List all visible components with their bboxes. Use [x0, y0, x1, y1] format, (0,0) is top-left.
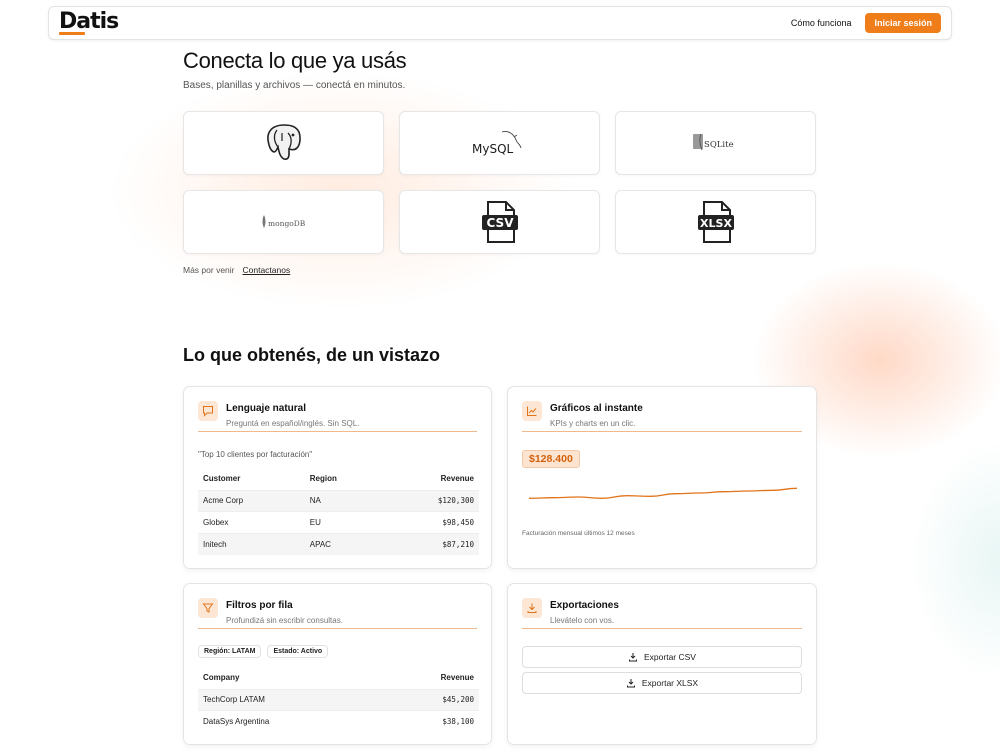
- table-row: Acme Corp NA $120,300: [198, 489, 479, 512]
- card-title: Exportaciones: [550, 600, 619, 611]
- card-header: Exportaciones Llevátelo con vos.: [522, 598, 802, 629]
- source-card-xlsx[interactable]: XLSX: [615, 190, 816, 254]
- more-sources-text: Más por venir: [183, 265, 235, 275]
- card-header: Lenguaje natural Preguntá en español/ing…: [198, 401, 477, 432]
- card-subtitle: Preguntá en español/inglés. Sin SQL.: [226, 419, 360, 428]
- nav-actions: Cómo funciona Iniciar sesión: [791, 13, 941, 33]
- card-subtitle: Llevátelo con vos.: [550, 616, 615, 625]
- table-cell: Initech: [198, 532, 305, 555]
- revenue-line-chart: [528, 487, 798, 499]
- table-cell: Acme Corp: [198, 489, 305, 512]
- feature-card-row-filters: Filtros por fila Profundizá sin escribir…: [183, 583, 492, 745]
- download-icon: [629, 653, 638, 662]
- logo[interactable]: Datis: [59, 9, 119, 36]
- table-cell: $98,450: [394, 511, 479, 533]
- table-cell: EU: [304, 511, 395, 533]
- connect-subtitle: Bases, planillas y archivos — conectá en…: [183, 80, 406, 91]
- source-card-mongodb[interactable]: mongoDB: [183, 190, 384, 254]
- table-row: TechCorp LATAM $45,200: [198, 688, 479, 711]
- table-cell: NA: [304, 489, 395, 512]
- filter-chips: Región: LATAM Estado: Activo: [198, 645, 329, 658]
- login-button[interactable]: Iniciar sesión: [865, 13, 941, 33]
- results-table: Customer Region Revenue Acme Corp NA $12…: [198, 468, 479, 555]
- features-title: Lo que obtenés, de un vistazo: [183, 345, 441, 365]
- table-cell: APAC: [304, 532, 395, 555]
- kpi-badge: $128.400: [522, 450, 580, 468]
- mongodb-label: mongoDB: [268, 219, 306, 228]
- table-row: Initech APAC $87,210: [198, 532, 479, 555]
- column-header: Revenue: [440, 673, 474, 683]
- top-navbar: Datis Cómo funciona Iniciar sesión: [48, 6, 952, 40]
- table-row: Globex EU $98,450: [198, 511, 479, 533]
- filtered-table: Company Revenue TechCorp LATAM $45,200 D…: [198, 667, 479, 732]
- card-header: Gráficos al instante KPIs y charts en un…: [522, 401, 802, 432]
- sqlite-icon: SQLite: [692, 133, 734, 151]
- mysql-label: MySQL: [472, 142, 514, 156]
- sqlite-label: SQLite: [704, 140, 734, 150]
- table-cell: $45,200: [377, 688, 479, 711]
- table-cell: DataSys Argentina: [198, 710, 378, 732]
- contact-link[interactable]: Contactanos: [243, 265, 291, 275]
- logo-underline: [59, 32, 85, 35]
- column-header: Revenue: [440, 474, 474, 484]
- xlsx-label: XLSX: [700, 217, 732, 230]
- mysql-icon: MySQL: [472, 131, 521, 156]
- feature-card-charts: Gráficos al instante KPIs y charts en un…: [507, 386, 817, 569]
- download-icon: [626, 679, 635, 688]
- card-subtitle: Profundizá sin escribir consultas.: [226, 616, 343, 625]
- table-row: DataSys Argentina $38,100: [198, 710, 479, 732]
- card-title: Gráficos al instante: [550, 403, 643, 414]
- postgresql-icon: [266, 124, 301, 160]
- source-card-postgresql[interactable]: [183, 111, 384, 175]
- card-title: Filtros por fila: [226, 600, 293, 611]
- card-title: Lenguaje natural: [226, 403, 307, 414]
- chat-bubble-icon: [198, 401, 218, 421]
- filter-chip-status[interactable]: Estado: Activo: [267, 645, 329, 658]
- table-cell: $87,210: [394, 532, 479, 555]
- source-card-mysql[interactable]: MySQL: [399, 111, 600, 175]
- table-header-row: Customer Region Revenue: [198, 468, 479, 490]
- export-xlsx-button[interactable]: Exportar XLSX: [522, 672, 802, 694]
- data-sources-grid: MySQL SQLite mongoDB CSV XLSX: [183, 111, 817, 254]
- more-sources: Más por venir Contactanos: [183, 265, 290, 275]
- example-query: "Top 10 clientes por facturación": [198, 450, 313, 459]
- connect-title: Conecta lo que ya usás: [183, 48, 407, 73]
- csv-label: CSV: [486, 216, 514, 230]
- filter-chip-region[interactable]: Región: LATAM: [198, 645, 262, 658]
- nav-link-how-it-works[interactable]: Cómo funciona: [791, 18, 852, 28]
- download-icon: [522, 598, 542, 618]
- xlsx-file-icon: XLSX: [697, 201, 734, 243]
- table-cell: $120,300: [394, 489, 479, 512]
- table-cell: TechCorp LATAM: [198, 688, 378, 711]
- csv-file-icon: CSV: [481, 201, 518, 243]
- table-header-row: Company Revenue: [198, 667, 479, 689]
- feature-card-exports: Exportaciones Llevátelo con vos. Exporta…: [507, 583, 817, 745]
- card-header: Filtros por fila Profundizá sin escribir…: [198, 598, 477, 629]
- export-xlsx-label: Exportar XLSX: [641, 678, 699, 688]
- export-csv-label: Exportar CSV: [644, 652, 696, 662]
- card-subtitle: KPIs y charts en un clic.: [550, 419, 636, 428]
- mongodb-icon: mongoDB: [262, 215, 306, 228]
- column-header: Region: [309, 474, 337, 484]
- filter-icon: [198, 598, 218, 618]
- table-cell: Globex: [198, 511, 305, 533]
- source-card-csv[interactable]: CSV: [399, 190, 600, 254]
- chart-caption: Facturación mensual últimos 12 meses: [522, 530, 635, 537]
- column-header: Company: [203, 673, 240, 683]
- export-csv-button[interactable]: Exportar CSV: [522, 646, 802, 668]
- table-cell: $38,100: [377, 710, 479, 732]
- source-card-sqlite[interactable]: SQLite: [615, 111, 816, 175]
- logo-text: Datis: [59, 9, 119, 34]
- series-line: [528, 487, 798, 499]
- column-header: Customer: [203, 474, 241, 484]
- chart-trend-icon: [522, 401, 542, 421]
- feature-card-natural-language: Lenguaje natural Preguntá en español/ing…: [183, 386, 492, 569]
